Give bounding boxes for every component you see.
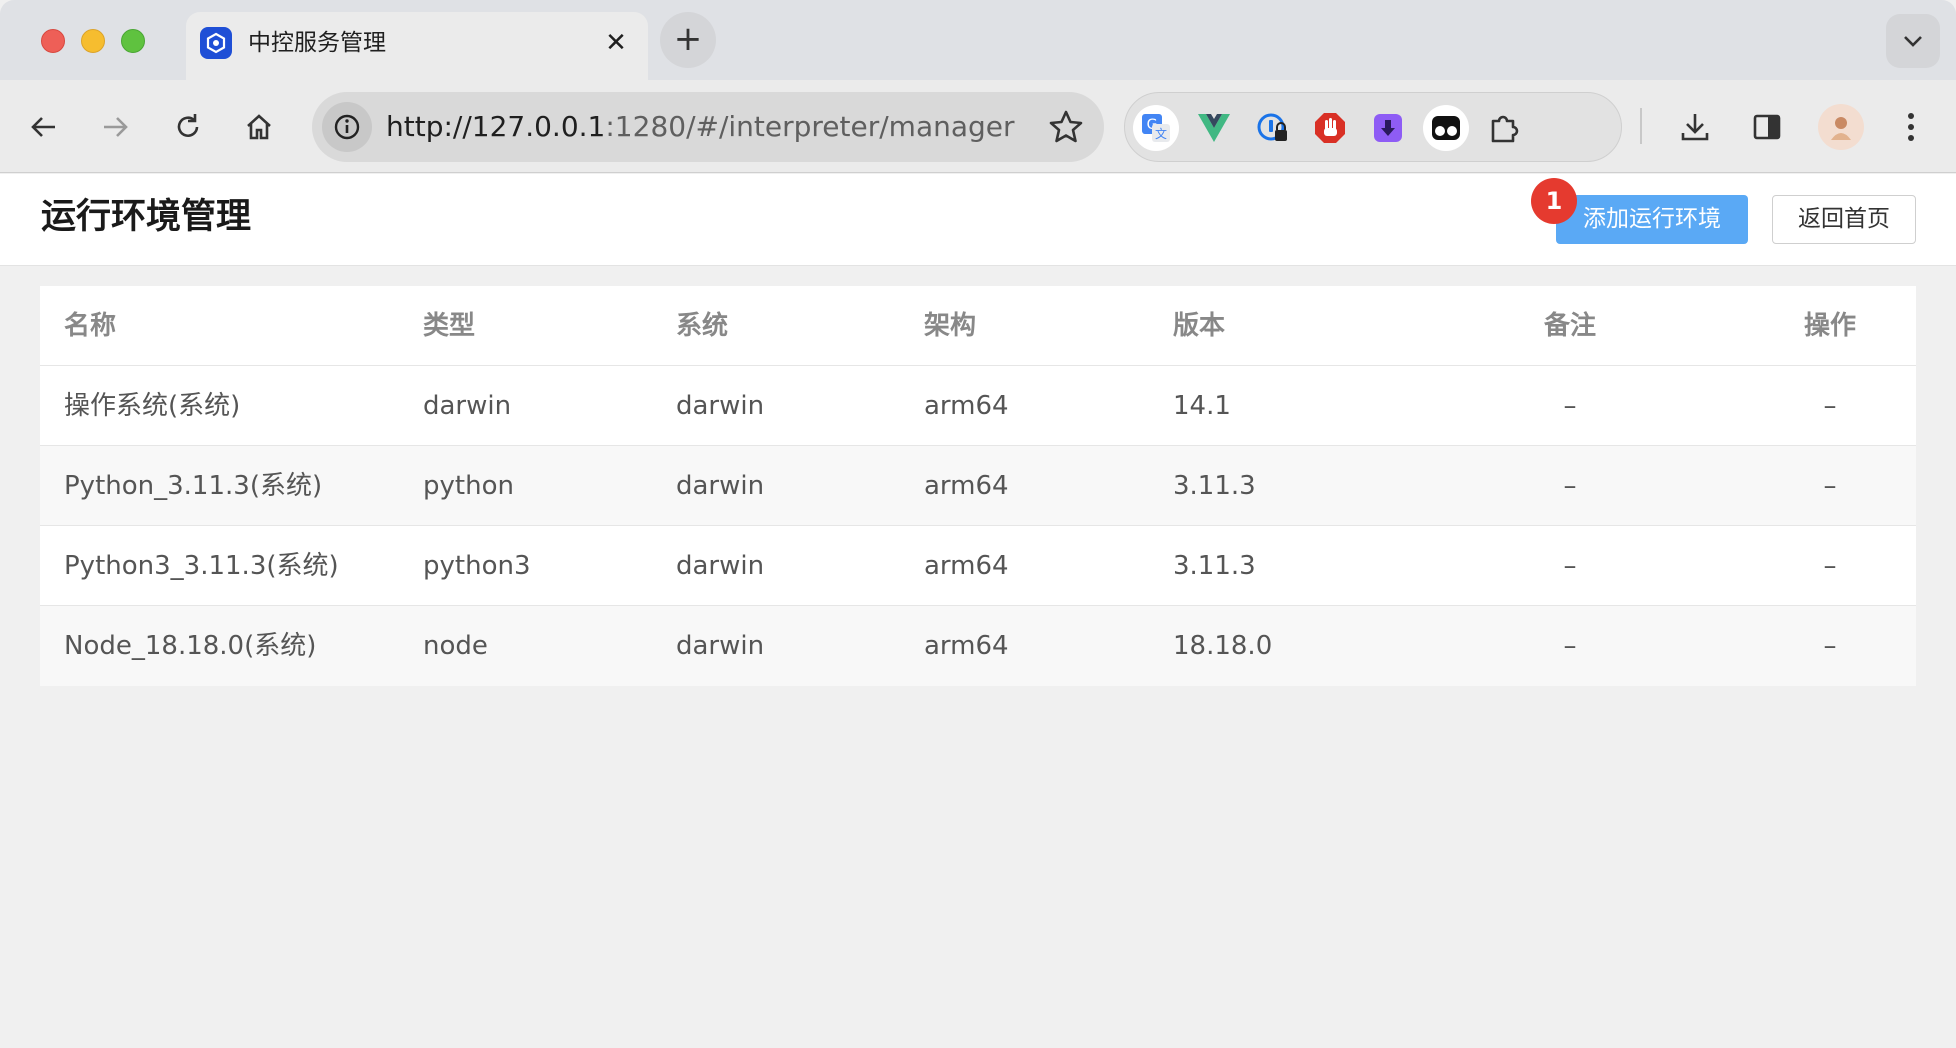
url-host: http://127.0.0.1 <box>386 110 606 143</box>
downloads-button[interactable] <box>1672 104 1718 150</box>
password-manager-icon[interactable] <box>1249 105 1295 151</box>
cell-name: Python_3.11.3(系统) <box>64 471 323 501</box>
google-translate-icon[interactable]: G文 <box>1133 105 1179 151</box>
home-button[interactable] <box>236 104 282 150</box>
tab-title: 中控服务管理 <box>248 30 386 56</box>
toolbar-divider <box>1640 108 1642 144</box>
column-header-version[interactable]: 版本 <box>1173 286 1225 366</box>
table-row[interactable]: Node_18.18.0(系统) node darwin arm64 18.18… <box>40 606 1916 686</box>
back-home-button[interactable]: 返回首页 <box>1772 195 1916 244</box>
page-title: 运行环境管理 <box>41 197 252 237</box>
cell-system: darwin <box>676 391 765 421</box>
table-row[interactable]: 操作系统(系统) darwin darwin arm64 14.1 – – <box>40 366 1916 446</box>
adblock-icon[interactable] <box>1307 105 1353 151</box>
cell-arch: arm64 <box>924 631 1009 661</box>
chevron-down-icon <box>1904 36 1922 47</box>
cell-version: 3.11.3 <box>1173 551 1256 581</box>
cell-type: darwin <box>423 391 512 421</box>
cell-system: darwin <box>676 471 765 501</box>
side-panel-button[interactable] <box>1744 104 1790 150</box>
page-header: 运行环境管理 添加运行环境 1 返回首页 <box>0 174 1956 266</box>
tab-strip: 中控服务管理 ✕ + <box>0 0 1956 80</box>
table-row[interactable]: Python3_3.11.3(系统) python3 darwin arm64 … <box>40 526 1916 606</box>
vue-devtools-icon[interactable] <box>1191 105 1237 151</box>
profile-avatar[interactable] <box>1818 104 1864 150</box>
column-header-action[interactable]: 操作 <box>1780 286 1880 366</box>
svg-text:文: 文 <box>1155 126 1167 141</box>
cell-arch: arm64 <box>924 471 1009 501</box>
cell-action: – <box>1823 471 1837 501</box>
column-header-system[interactable]: 系统 <box>676 286 728 366</box>
tab-close-icon[interactable]: ✕ <box>600 27 632 59</box>
browser-menu-button[interactable] <box>1888 104 1934 150</box>
browser-window: 中控服务管理 ✕ + http://127.0.0.1:1280/#/inter… <box>0 0 1956 1048</box>
column-header-type[interactable]: 类型 <box>423 286 475 366</box>
side-panel-icon <box>1753 114 1781 140</box>
reload-icon <box>177 114 199 137</box>
extensions-bar: G文 <box>1124 92 1622 162</box>
cell-type: node <box>423 631 488 661</box>
arrow-right-icon <box>104 117 128 137</box>
download-helper-icon[interactable] <box>1365 105 1411 151</box>
forward-button[interactable] <box>92 104 138 150</box>
app-favicon-icon <box>200 27 232 59</box>
table-header-row: 名称 类型 系统 架构 版本 备注 操作 <box>40 286 1916 366</box>
extensions-puzzle-icon[interactable] <box>1481 105 1527 151</box>
cell-system: darwin <box>676 631 765 661</box>
cell-action: – <box>1823 391 1837 421</box>
cell-remark: – <box>1563 391 1577 421</box>
cell-name: 操作系统(系统) <box>64 391 241 421</box>
column-header-name[interactable]: 名称 <box>64 286 116 366</box>
cell-name: Python3_3.11.3(系统) <box>64 551 339 581</box>
cell-version: 14.1 <box>1173 391 1231 421</box>
cell-version: 18.18.0 <box>1173 631 1273 661</box>
cell-arch: arm64 <box>924 551 1009 581</box>
add-runtime-button[interactable]: 添加运行环境 <box>1556 195 1748 244</box>
back-button[interactable] <box>21 104 67 150</box>
download-icon <box>1681 114 1709 141</box>
cell-remark: – <box>1563 631 1577 661</box>
avatar-icon <box>1831 117 1851 140</box>
cell-version: 3.11.3 <box>1173 471 1256 501</box>
cell-type: python <box>423 471 514 501</box>
reload-button[interactable] <box>165 104 211 150</box>
home-icon <box>247 114 271 140</box>
address-bar[interactable]: http://127.0.0.1:1280/#/interpreter/mana… <box>312 92 1104 162</box>
new-tab-button[interactable]: + <box>660 12 716 68</box>
tab-search-button[interactable] <box>1886 14 1940 68</box>
arrow-left-icon <box>31 117 55 137</box>
url-text[interactable]: http://127.0.0.1:1280/#/interpreter/mana… <box>386 92 1015 162</box>
cell-arch: arm64 <box>924 391 1009 421</box>
more-vertical-icon <box>1908 113 1914 141</box>
cell-action: – <box>1823 631 1837 661</box>
site-info-icon[interactable] <box>322 102 372 152</box>
cell-type: python3 <box>423 551 531 581</box>
minimize-window-button[interactable] <box>81 29 105 53</box>
close-window-button[interactable] <box>41 29 65 53</box>
runtime-table: 名称 类型 系统 架构 版本 备注 操作 操作系统(系统) darwin dar… <box>40 286 1916 686</box>
bookmark-star-icon[interactable] <box>1048 109 1084 145</box>
cell-remark: – <box>1563 551 1577 581</box>
column-header-arch[interactable]: 架构 <box>924 286 976 366</box>
table-row[interactable]: Python_3.11.3(系统) python darwin arm64 3.… <box>40 446 1916 526</box>
cell-action: – <box>1823 551 1837 581</box>
cell-remark: – <box>1563 471 1577 501</box>
column-header-remark[interactable]: 备注 <box>1520 286 1620 366</box>
maximize-window-button[interactable] <box>121 29 145 53</box>
browser-tab-active[interactable]: 中控服务管理 ✕ <box>186 12 648 80</box>
cell-name: Node_18.18.0(系统) <box>64 631 317 661</box>
cell-system: darwin <box>676 551 765 581</box>
url-path: :1280/#/interpreter/manager <box>605 110 1015 143</box>
page-content: 运行环境管理 添加运行环境 1 返回首页 名称 类型 系统 架构 版本 备注 操… <box>0 174 1956 1048</box>
notification-badge: 1 <box>1531 178 1577 224</box>
tampermonkey-icon[interactable] <box>1423 105 1469 151</box>
browser-toolbar: http://127.0.0.1:1280/#/interpreter/mana… <box>0 80 1956 173</box>
